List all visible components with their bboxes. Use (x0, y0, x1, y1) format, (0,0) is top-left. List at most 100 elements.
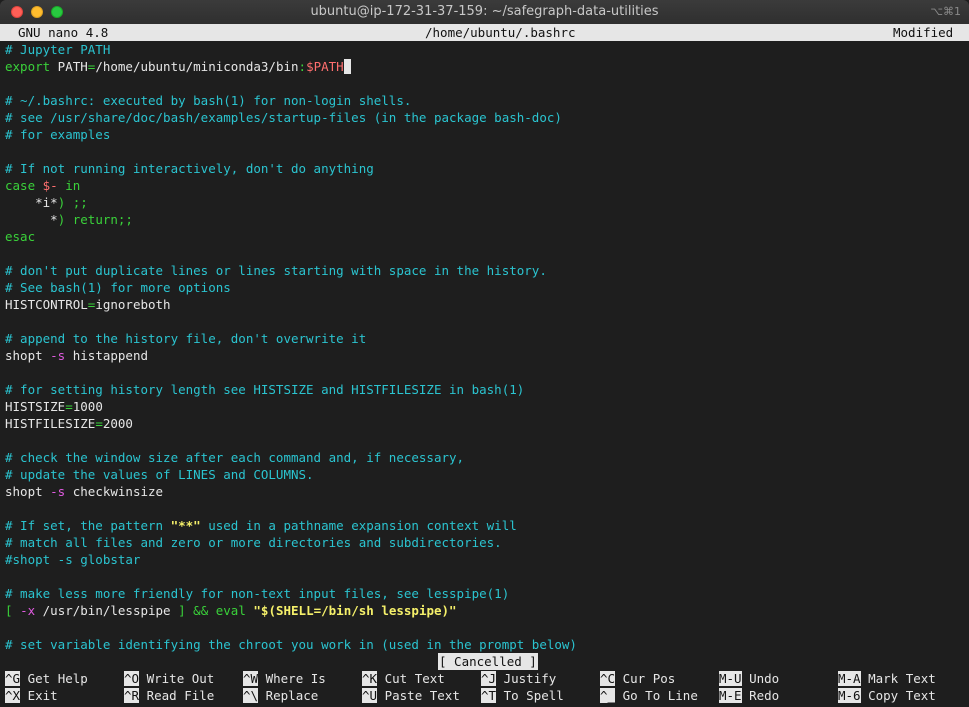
code-token: # append to the history file, don't over… (5, 331, 367, 346)
file-name: /home/ubuntu/.bashrc (425, 25, 576, 40)
nano-header: GNU nano 4.8 /home/ubuntu/.bashrc Modifi… (0, 24, 969, 41)
code-token: ) return;; (57, 212, 133, 227)
shortcut-label: Copy Text (860, 688, 936, 703)
code-token: # set variable identifying the chroot yo… (5, 637, 577, 652)
editor-line[interactable]: shopt -s histappend (5, 347, 148, 364)
window-shortcut-hint: ⌥⌘1 (930, 5, 961, 18)
editor-line[interactable]: # set variable identifying the chroot yo… (5, 636, 577, 653)
code-token: "$(SHELL=/bin/sh lesspipe)" (253, 603, 457, 618)
code-token: histappend (65, 348, 149, 363)
shortcut-to-spell[interactable]: ^T To Spell (481, 687, 564, 704)
shortcut-label: Replace (258, 688, 319, 703)
editor-line[interactable]: # see /usr/share/doc/bash/examples/start… (5, 109, 562, 126)
code-token: = (65, 399, 73, 414)
code-token: *i* (5, 195, 58, 210)
code-token: # don't put duplicate lines or lines sta… (5, 263, 547, 278)
terminal-window: ubuntu@ip-172-31-37-159: ~/safegraph-dat… (0, 0, 969, 707)
code-token: /home/ubuntu/miniconda3/bin (95, 59, 299, 74)
editor-line[interactable]: export PATH=/home/ubuntu/miniconda3/bin:… (5, 58, 352, 75)
shortcut-undo[interactable]: M-U Undo (719, 670, 779, 687)
shortcut-label: Where Is (258, 671, 326, 686)
shortcut-label: Justify (496, 671, 557, 686)
code-token: 2000 (102, 416, 133, 431)
editor-line[interactable]: # See bash(1) for more options (5, 279, 231, 296)
editor-line[interactable]: # check the window size after each comma… (5, 449, 464, 466)
shortcut-copy-text[interactable]: M-6 Copy Text (838, 687, 936, 704)
shortcut-mark-text[interactable]: M-A Mark Text (838, 670, 936, 687)
shortcut-key: ^G (5, 671, 21, 686)
code-token: -s (50, 484, 66, 499)
editor-line[interactable]: # Jupyter PATH (5, 41, 110, 58)
code-token: shopt (5, 484, 51, 499)
editor-line[interactable]: # If set, the pattern "**" used in a pat… (5, 517, 517, 534)
editor-line[interactable]: # append to the history file, don't over… (5, 330, 366, 347)
editor-line[interactable]: # update the values of LINES and COLUMNS… (5, 466, 314, 483)
editor-line[interactable]: # for setting history length see HISTSIZ… (5, 381, 524, 398)
shortcut-label: Write Out (139, 671, 215, 686)
shortcut-label: Cut Text (377, 671, 445, 686)
code-token: HISTCONTROL (5, 297, 88, 312)
editor-line[interactable]: esac (5, 228, 35, 245)
code-token: in (65, 178, 81, 193)
editor-line[interactable]: #shopt -s globstar (5, 551, 140, 568)
code-token: HISTSIZE (5, 399, 66, 414)
shortcut-cut-text[interactable]: ^K Cut Text (362, 670, 445, 687)
shortcut-key: ^C (600, 671, 616, 686)
code-token: # Jupyter PATH (5, 42, 111, 57)
shortcut-key: ^_ (600, 688, 616, 703)
editor-line[interactable]: shopt -s checkwinsize (5, 483, 163, 500)
editor-line[interactable]: HISTSIZE=1000 (5, 398, 103, 415)
modified-flag: Modified (893, 25, 954, 40)
editor-line[interactable]: # for examples (5, 126, 110, 143)
code-token: used in a pathname expansion context wil… (200, 518, 517, 533)
shortcut-key: ^X (5, 688, 21, 703)
editor-line[interactable]: *) return;; (5, 211, 133, 228)
terminal-area[interactable]: GNU nano 4.8 /home/ubuntu/.bashrc Modifi… (0, 24, 969, 707)
title-bar: ubuntu@ip-172-31-37-159: ~/safegraph-dat… (0, 0, 969, 25)
shortcut-cur-pos[interactable]: ^C Cur Pos (600, 670, 675, 687)
code-token: # see /usr/share/doc/bash/examples/start… (5, 110, 562, 125)
code-token: ] && eval (178, 603, 254, 618)
code-token: -s (50, 348, 66, 363)
editor-line[interactable]: # match all files and zero or more direc… (5, 534, 502, 551)
code-token: [ (5, 603, 21, 618)
shortcut-replace[interactable]: ^\ Replace (243, 687, 318, 704)
shortcut-get-help[interactable]: ^G Get Help (5, 670, 88, 687)
nano-version: GNU nano 4.8 (18, 25, 109, 40)
editor-line[interactable]: # ~/.bashrc: executed by bash(1) for non… (5, 92, 411, 109)
code-token: ignoreboth (95, 297, 171, 312)
shortcut-label: Redo (741, 688, 780, 703)
editor-line[interactable]: # make less more friendly for non-text i… (5, 585, 509, 602)
code-token: checkwinsize (65, 484, 164, 499)
code-token: export (5, 59, 51, 74)
editor-line[interactable]: HISTCONTROL=ignoreboth (5, 296, 171, 313)
shortcut-key: ^K (362, 671, 378, 686)
code-token: # make less more friendly for non-text i… (5, 586, 510, 601)
editor-line[interactable]: case $- in (5, 177, 80, 194)
shortcut-where-is[interactable]: ^W Where Is (243, 670, 326, 687)
shortcut-write-out[interactable]: ^O Write Out (124, 670, 214, 687)
shortcut-key: ^J (481, 671, 497, 686)
shortcut-paste-text[interactable]: ^U Paste Text (362, 687, 460, 704)
code-token: : (298, 59, 307, 74)
editor-line[interactable]: *i*) ;; (5, 194, 88, 211)
code-token: HISTFILESIZE (5, 416, 96, 431)
editor-line[interactable]: HISTFILESIZE=2000 (5, 415, 133, 432)
editor-line[interactable]: # don't put duplicate lines or lines sta… (5, 262, 547, 279)
shortcut-key: ^U (362, 688, 378, 703)
shortcut-key: M-E (719, 688, 742, 703)
editor-line[interactable]: [ -x /usr/bin/lesspipe ] && eval "$(SHEL… (5, 602, 457, 619)
editor-line[interactable]: # If not running interactively, don't do… (5, 160, 374, 177)
code-token: = (95, 416, 103, 431)
shortcut-go-to-line[interactable]: ^_ Go To Line (600, 687, 698, 704)
code-token: case (5, 178, 36, 193)
shortcut-read-file[interactable]: ^R Read File (124, 687, 214, 704)
code-token: # update the values of LINES and COLUMNS… (5, 467, 314, 482)
code-token: # If not running interactively, don't do… (5, 161, 374, 176)
shortcut-label: Get Help (20, 671, 88, 686)
shortcut-key: M-6 (838, 688, 861, 703)
shortcut-key: M-U (719, 671, 742, 686)
shortcut-redo[interactable]: M-E Redo (719, 687, 779, 704)
shortcut-justify[interactable]: ^J Justify (481, 670, 556, 687)
shortcut-exit[interactable]: ^X Exit (5, 687, 58, 704)
